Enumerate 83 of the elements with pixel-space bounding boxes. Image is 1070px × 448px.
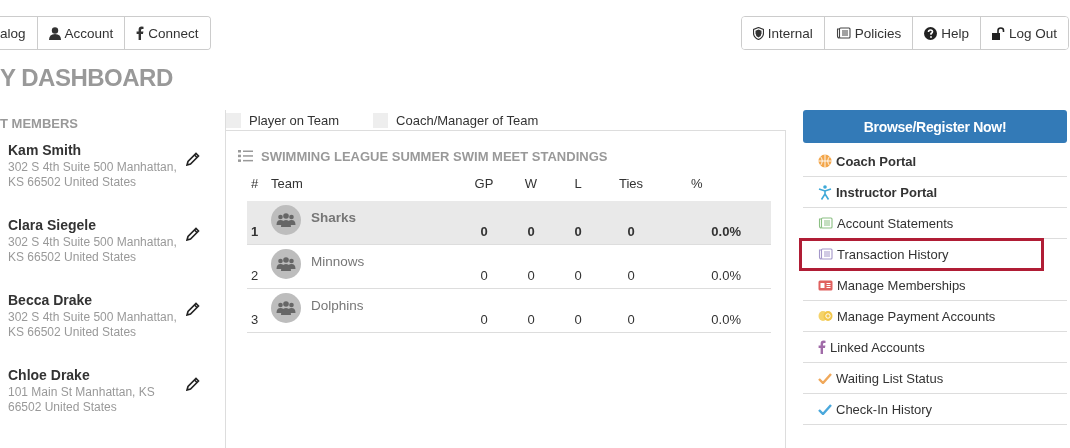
table-cell-text: 0 xyxy=(573,312,583,329)
member-address: 302 S 4th Suite 500 Manhattan, KS 66502 United States xyxy=(8,235,178,265)
member-name: Clara Siegele xyxy=(8,217,97,233)
legend-label: Player on Team xyxy=(249,112,340,128)
table-cell-text: 0 xyxy=(573,224,583,241)
column-header: W xyxy=(523,175,539,191)
table-cell-text: 0.0% xyxy=(710,224,742,241)
group-icon xyxy=(271,249,301,279)
edit-button[interactable] xyxy=(186,302,200,316)
member-name: Chloe Drake xyxy=(8,367,91,383)
pencil-icon xyxy=(186,377,200,391)
sidebar-link[interactable]: Transaction History xyxy=(800,239,1043,270)
sidebar-link[interactable]: Instructor Portal xyxy=(803,177,1067,208)
standings-title: SWIMMING LEAGUE SUMMER SWIM MEET STANDINGS xyxy=(261,148,608,164)
sidebar-link[interactable]: Check-In History xyxy=(803,394,1067,425)
section-heading: T MEMBERS xyxy=(0,116,79,133)
member-name: Kam Smith xyxy=(8,142,83,158)
group-icon xyxy=(271,293,301,323)
page-title: Y DASHBOARD xyxy=(0,64,174,93)
table-cell-text: 0 xyxy=(526,268,536,285)
coins-icon xyxy=(818,310,833,322)
facebook-icon xyxy=(818,340,826,354)
team-name: Sharks xyxy=(311,210,357,225)
id-card-icon xyxy=(818,279,833,291)
scroll-icon xyxy=(835,27,851,39)
table-cell-text: 0 xyxy=(626,268,636,285)
table-cell-text: 0 xyxy=(479,224,489,241)
checkmark-icon xyxy=(818,403,832,415)
column-header: Team xyxy=(271,175,304,191)
table-cell-text: 3 xyxy=(250,312,260,329)
table-cell-text: 0.0% xyxy=(710,312,742,329)
checkmark-icon xyxy=(818,372,832,384)
column-header: L xyxy=(573,175,583,191)
table-cell-text: 0 xyxy=(526,224,536,241)
sidebar-link[interactable]: Waiting List Status xyxy=(803,363,1067,394)
column-header: GP xyxy=(473,175,495,191)
edit-button[interactable] xyxy=(186,227,200,241)
ball-icon xyxy=(818,154,832,168)
table-row[interactable]: 2 Minnows 0 0 0 0 0.0% xyxy=(247,245,771,289)
pencil-icon xyxy=(186,227,200,241)
table-cell-text: 1 xyxy=(250,224,260,241)
table-cell-text: 0 xyxy=(526,312,536,329)
table-row[interactable]: 1 Sharks 0 0 0 0 0.0% xyxy=(247,201,771,245)
sidebar-link[interactable]: Manage Payment Accounts xyxy=(803,301,1067,332)
team-name: Dolphins xyxy=(311,298,364,313)
padlock-icon xyxy=(991,26,1005,40)
shield-icon xyxy=(752,26,764,40)
pencil-icon xyxy=(186,152,200,166)
table-cell-text: 0.0% xyxy=(710,268,742,285)
table-cell-text: 0 xyxy=(626,224,636,241)
table-cell-text: 0 xyxy=(573,268,583,285)
member-address: 302 S 4th Suite 500 Manhattan, KS 66502 United States xyxy=(8,160,178,190)
legend-label: Coach/Manager of Team xyxy=(396,112,539,128)
person-icon xyxy=(48,26,61,40)
table-cell-text: 0 xyxy=(626,312,636,329)
scroll-icon xyxy=(818,248,833,260)
team-name: Minnows xyxy=(311,254,365,269)
group-icon xyxy=(271,205,301,235)
nav-button[interactable]: Connect xyxy=(124,17,210,49)
scroll-icon xyxy=(818,217,833,229)
list-icon xyxy=(238,150,253,162)
sidebar-link[interactable]: Account Statements xyxy=(803,208,1067,239)
table-cell-text: 0 xyxy=(479,268,489,285)
register-button[interactable]: Browse/Register Now! xyxy=(803,110,1067,143)
sidebar-link[interactable]: Coach Portal xyxy=(803,146,1067,177)
nav-button[interactable]: Log Out xyxy=(979,17,1068,49)
table-cell-text: 0 xyxy=(479,312,489,329)
edit-button[interactable] xyxy=(186,152,200,166)
sidebar-link[interactable]: Manage Memberships xyxy=(803,270,1067,301)
help-icon xyxy=(924,26,938,40)
pencil-icon xyxy=(186,302,200,316)
member-address: 302 S 4th Suite 500 Manhattan, KS 66502 United States xyxy=(8,310,178,340)
table-row[interactable]: 3 Dolphins 0 0 0 0 0.0% xyxy=(247,289,771,333)
stick-figure-icon xyxy=(818,184,832,200)
column-header: Ties xyxy=(617,175,645,191)
column-header: % xyxy=(690,175,704,191)
edit-button[interactable] xyxy=(186,377,200,391)
facebook-icon xyxy=(136,26,145,40)
member-name: Becca Drake xyxy=(8,292,94,308)
member-address: 101 Main St Manhattan, KS 66502 United States xyxy=(8,385,156,415)
column-header: # xyxy=(250,175,260,191)
table-cell-text: 2 xyxy=(250,268,260,285)
sidebar-link[interactable]: Linked Accounts xyxy=(803,332,1067,363)
